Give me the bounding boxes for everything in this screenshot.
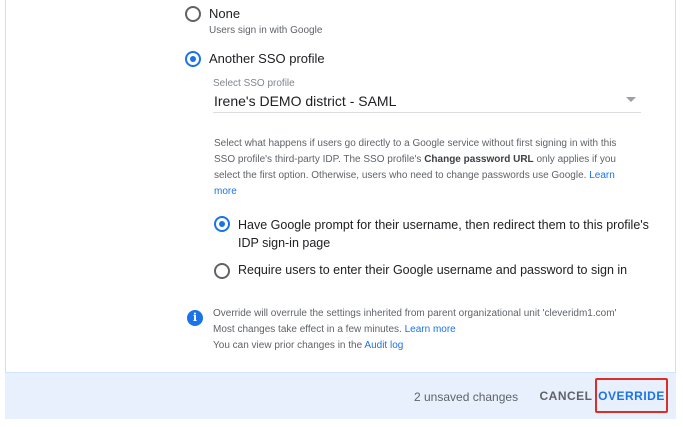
unsaved-changes-status: 2 unsaved changes xyxy=(414,390,519,404)
radio-none-label[interactable]: None xyxy=(209,6,240,21)
sso-description-line2: SSO profile's third-party IDP. The SSO p… xyxy=(214,152,654,168)
sso-description-text: SSO profile's third-party IDP. The SSO p… xyxy=(214,154,425,165)
learn-more-link[interactable]: Learn more xyxy=(405,324,456,335)
override-info-line1: Override will overrule the settings inhe… xyxy=(213,308,617,319)
radio-require-google-credentials-label[interactable]: Require users to enter their Google user… xyxy=(238,263,627,277)
radio-another-sso[interactable] xyxy=(185,51,201,67)
radio-require-google-credentials[interactable] xyxy=(214,263,230,279)
action-footer: 2 unsaved changes CANCEL OVERRIDE xyxy=(5,372,676,419)
radio-none[interactable] xyxy=(185,6,201,22)
cancel-button[interactable]: CANCEL xyxy=(535,381,597,411)
sso-profile-select-caption: Select SSO profile xyxy=(213,78,295,89)
radio-google-prompt-line1: Have Google prompt for their username, t… xyxy=(238,218,649,232)
override-info-text: Most changes take effect in a few minute… xyxy=(213,324,405,335)
sso-description: Select what happens if users go directly… xyxy=(214,136,654,200)
radio-none-hint: Users sign in with Google xyxy=(209,25,323,36)
sso-description-text: only applies if you xyxy=(533,154,616,165)
learn-more-link-cont[interactable]: more xyxy=(214,186,237,197)
audit-log-link[interactable]: Audit log xyxy=(364,340,403,351)
info-icon: i xyxy=(187,310,203,326)
sso-description-line1: Select what happens if users go directly… xyxy=(214,138,617,149)
settings-panel xyxy=(5,0,676,419)
radio-google-prompt-line2: IDP sign-in page xyxy=(238,236,331,250)
radio-google-prompt-label[interactable]: Have Google prompt for their username, t… xyxy=(238,216,649,252)
override-button[interactable]: OVERRIDE xyxy=(595,378,668,413)
radio-another-sso-label[interactable]: Another SSO profile xyxy=(209,51,325,66)
sso-description-text: select the first option. Otherwise, user… xyxy=(214,170,590,181)
change-password-url-text: Change password URL xyxy=(424,154,534,165)
dropdown-arrow-icon[interactable] xyxy=(626,97,636,102)
sso-description-line3: select the first option. Otherwise, user… xyxy=(214,168,654,184)
sso-profile-select[interactable]: Select SSO profile Irene's DEMO district… xyxy=(213,78,641,113)
sso-description-line4: more xyxy=(214,184,654,200)
override-info-line2: Most changes take effect in a few minute… xyxy=(213,322,663,338)
learn-more-link[interactable]: Learn xyxy=(589,170,615,181)
override-info-text: You can view prior changes in the xyxy=(213,340,365,351)
override-info-line3: You can view prior changes in the Audit … xyxy=(213,338,663,354)
sso-profile-select-value[interactable]: Irene's DEMO district - SAML xyxy=(214,93,396,109)
radio-google-prompt[interactable] xyxy=(214,216,230,232)
override-info: Override will overrule the settings inhe… xyxy=(213,306,663,354)
